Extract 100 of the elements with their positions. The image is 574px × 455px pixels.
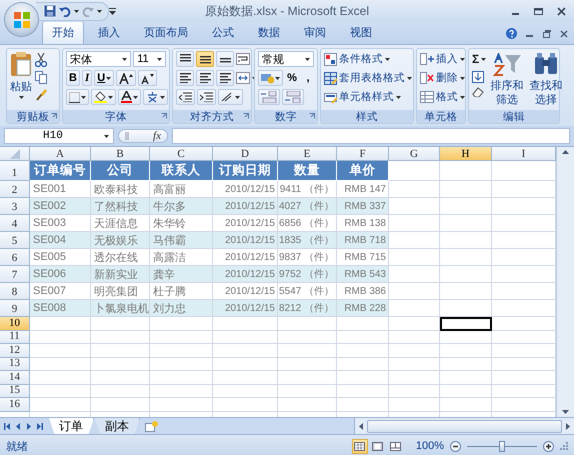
ribbon-tab[interactable]: 插入 — [88, 21, 130, 44]
sort-filter-button[interactable]: 排序和筛选 — [489, 51, 526, 108]
row-header[interactable]: 6 — [0, 249, 30, 266]
insert-function-button[interactable]: fx — [153, 130, 161, 142]
restore-icon[interactable] — [543, 30, 551, 38]
merge-cells-icon[interactable] — [236, 72, 250, 84]
ribbon-tab[interactable]: 开始 — [42, 21, 84, 44]
eraser-icon[interactable] — [472, 87, 484, 97]
zoom-out-icon[interactable] — [450, 440, 461, 452]
paste-button[interactable]: 粘贴 — [10, 51, 32, 108]
zoom-slider[interactable] — [467, 440, 537, 452]
column-header[interactable]: C — [150, 147, 213, 161]
row-header[interactable]: 9 — [0, 300, 30, 317]
first-sheet-icon[interactable] — [4, 422, 10, 430]
find-select-button[interactable]: 查找和选择 — [528, 51, 564, 108]
active-cell[interactable] — [440, 317, 492, 330]
format-button[interactable]: 格式 — [420, 89, 465, 105]
conditional-formatting-button[interactable]: 条件格式 — [324, 51, 412, 67]
vertical-scrollbar[interactable] — [556, 147, 574, 417]
save-icon[interactable] — [44, 5, 56, 17]
column-header[interactable]: B — [91, 147, 150, 161]
ribbon-tab[interactable]: 视图 — [340, 21, 382, 44]
delete-button[interactable]: 删除 — [420, 70, 465, 86]
zoom-level[interactable]: 100% — [410, 440, 444, 452]
dialog-launcher-icon[interactable] — [161, 113, 167, 119]
increase-decimal-button[interactable] — [258, 89, 280, 105]
currency-button[interactable] — [258, 70, 283, 86]
row-header[interactable]: 1 — [0, 161, 30, 181]
row-header[interactable]: 12 — [0, 344, 30, 358]
previous-sheet-icon[interactable] — [15, 422, 21, 430]
number-format-field[interactable]: 常规 — [258, 51, 314, 67]
column-header[interactable]: G — [389, 147, 440, 161]
row-header[interactable]: 4 — [0, 215, 30, 232]
vertical-align-button[interactable] — [176, 51, 194, 67]
column-header[interactable]: F — [337, 147, 389, 161]
center-button[interactable] — [196, 70, 214, 86]
scissors-icon[interactable] — [35, 53, 47, 67]
percent-button[interactable]: % — [285, 70, 299, 86]
bold-button[interactable]: B — [66, 70, 80, 86]
column-header[interactable]: I — [492, 147, 556, 161]
close-icon[interactable] — [560, 30, 568, 38]
insert-sheet-icon[interactable] — [145, 420, 159, 432]
column-header[interactable]: A — [30, 147, 91, 161]
row-header[interactable]: 11 — [0, 330, 30, 344]
name-box[interactable]: H10 — [4, 128, 114, 144]
wrap-text-icon[interactable] — [236, 53, 250, 65]
decrease-indent-button[interactable] — [176, 89, 195, 105]
phonetic-button[interactable] — [143, 89, 168, 105]
cell-styles-button[interactable]: 单元格样式 — [324, 89, 412, 105]
autosum-button[interactable]: Σ — [472, 51, 486, 67]
row-header[interactable]: 7 — [0, 266, 30, 283]
ribbon-tab[interactable]: 数据 — [248, 21, 290, 44]
office-button[interactable] — [5, 3, 38, 36]
column-header[interactable]: H — [440, 147, 492, 161]
comma-button[interactable]: , — [301, 70, 315, 86]
column-header[interactable]: E — [278, 147, 337, 161]
horizontal-scrollbar[interactable] — [354, 418, 574, 434]
undo-icon[interactable] — [59, 5, 71, 17]
decrease-decimal-button[interactable] — [282, 89, 304, 105]
dialog-launcher-icon[interactable] — [309, 113, 315, 119]
shrink-font-button[interactable] — [138, 70, 158, 86]
ribbon-tab[interactable]: 公式 — [202, 21, 244, 44]
row-header[interactable]: 14 — [0, 371, 30, 384]
borders-button[interactable] — [66, 89, 89, 105]
customize-toolbar-icon[interactable] — [109, 8, 116, 14]
maximize-icon[interactable] — [534, 6, 543, 16]
paintbrush-icon[interactable] — [35, 88, 47, 101]
sheet-tab[interactable]: 订单 — [49, 418, 94, 434]
view-button[interactable] — [352, 438, 368, 454]
row-header[interactable]: 10 — [0, 317, 30, 330]
help-icon[interactable] — [506, 28, 517, 39]
orientation-button[interactable] — [218, 89, 243, 105]
font-size-field[interactable]: 11 — [133, 51, 166, 67]
last-sheet-icon[interactable] — [37, 422, 43, 430]
zoom-in-icon[interactable] — [543, 440, 554, 452]
row-header[interactable]: 15 — [0, 384, 30, 398]
sheet-tab[interactable]: 副本 — [95, 418, 140, 434]
format-as-table-button[interactable]: 套用表格格式 — [324, 70, 412, 86]
grow-font-button[interactable] — [116, 70, 136, 86]
fill-color-button[interactable] — [91, 89, 116, 105]
row-header[interactable]: 2 — [0, 181, 30, 198]
vertical-align-button[interactable] — [196, 51, 214, 67]
formula-field[interactable] — [172, 128, 570, 144]
font-name-field[interactable]: 宋体 — [66, 51, 132, 67]
increase-indent-button[interactable] — [197, 89, 216, 105]
ribbon-tab[interactable]: 页面布局 — [134, 21, 198, 44]
italic-button[interactable]: I — [82, 70, 92, 86]
column-header[interactable]: D — [213, 147, 278, 161]
vertical-align-button[interactable] — [216, 51, 234, 67]
close-icon[interactable] — [557, 6, 566, 16]
ribbon-tab[interactable]: 审阅 — [294, 21, 336, 44]
fill-down-icon[interactable] — [472, 71, 484, 83]
row-header[interactable]: 8 — [0, 283, 30, 300]
font-color-button[interactable] — [118, 89, 141, 105]
slider-thumb[interactable] — [499, 440, 505, 452]
next-sheet-icon[interactable] — [26, 422, 32, 430]
insert-button[interactable]: 插入 — [420, 51, 465, 67]
underline-button[interactable]: U — [94, 70, 114, 86]
copy-icon[interactable] — [35, 71, 47, 84]
row-header[interactable]: 5 — [0, 232, 30, 249]
